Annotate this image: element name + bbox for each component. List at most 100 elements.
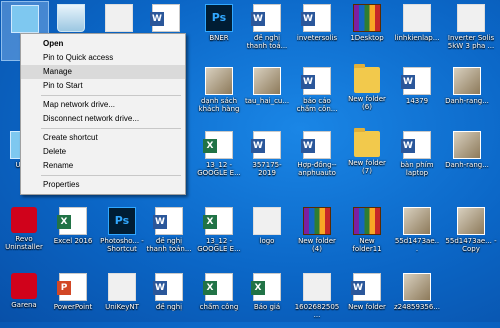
desktop-icon-label: z24859356... <box>394 303 440 311</box>
image-thumbnail-icon <box>253 67 281 95</box>
desktop-icon-tau-hai[interactable]: tau_hai_cu... <box>244 64 290 122</box>
menu-item-map-network-drive[interactable]: Map network drive... <box>21 98 185 112</box>
computer-icon <box>11 5 39 33</box>
word-doc-icon <box>153 207 183 235</box>
desktop-icon-new-folder-4[interactable]: New folder (4) <box>294 204 340 262</box>
menu-item-delete[interactable]: Delete <box>21 145 185 159</box>
desktop-icon-label: đề nghị thanh toán... <box>146 237 192 253</box>
desktop-icon-label: 1602682505... <box>294 303 340 319</box>
menu-separator <box>41 175 181 176</box>
excel-file-icon <box>203 131 233 159</box>
desktop-icon-1602682505[interactable]: 1602682505... <box>294 270 340 328</box>
menu-item-pin-to-quick-access[interactable]: Pin to Quick access <box>21 51 185 65</box>
desktop-icon-label: logo <box>259 237 275 245</box>
winrar-archive-icon <box>353 4 381 32</box>
desktop-icon-label: Photosho... - Shortcut <box>100 237 144 253</box>
desktop-icon-label: Revo Uninstaller <box>5 235 43 251</box>
desktop-icon-357175[interactable]: 357175-2019 <box>244 128 290 186</box>
excel-file-icon <box>251 273 281 301</box>
desktop-icon-danh-rang-2[interactable]: Danh-rang... <box>444 128 490 186</box>
desktop-icon-bner[interactable]: Ps BNER <box>196 1 242 59</box>
desktop-icon-label: Báo giá <box>253 303 281 311</box>
desktop-icon-label: đề nghị <box>155 303 183 311</box>
desktop-icon-z24859356[interactable]: z24859356... <box>394 270 440 328</box>
excel-file-icon <box>203 273 233 301</box>
desktop-icon-de-nghi-2[interactable]: đề nghị thanh toán... <box>146 204 192 262</box>
desktop-icon-label: UniKeyNT <box>105 303 139 311</box>
desktop-icon-label: 357175-2019 <box>252 161 282 177</box>
desktop-icon-label: Excel 2016 <box>53 237 93 245</box>
menu-separator <box>41 128 181 129</box>
image-thumbnail-icon <box>457 207 485 235</box>
menu-item-manage[interactable]: Manage <box>21 65 185 79</box>
desktop-icon-new-folder11[interactable]: New folder11 <box>344 204 390 262</box>
file-icon <box>105 4 133 32</box>
image-thumbnail-icon <box>403 207 431 235</box>
desktop-icon-14379[interactable]: 14379 <box>394 64 440 122</box>
word-doc-icon <box>351 273 381 301</box>
desktop-icon-excel-2016[interactable]: Excel 2016 <box>50 204 96 262</box>
desktop-icon-label: dạnh sách khách hàng <box>198 97 240 113</box>
desktop-icon-new-folder-6[interactable]: New folder (6) <box>344 64 390 122</box>
desktop-icon-new-folder[interactable]: New folder <box>344 270 390 328</box>
desktop-icon-logo[interactable]: logo <box>244 204 290 262</box>
menu-item-properties[interactable]: Properties <box>21 178 185 192</box>
desktop-icon-label: 13_12 - GOOGLE E... <box>197 161 241 177</box>
desktop-icon-label: PowerPoint <box>53 303 93 311</box>
context-menu: Open Pin to Quick access Manage Pin to S… <box>20 33 186 195</box>
desktop-icon-label: đề nghị thanh toá... <box>246 34 288 50</box>
desktop-icon-photoshop-shortcut[interactable]: Ps Photosho... - Shortcut <box>99 204 145 262</box>
desktop-icon-label: Danh-rang... <box>445 161 489 169</box>
desktop-icon-google-excel-2[interactable]: 13_12 - GOOGLE E... <box>196 204 242 262</box>
desktop-icon-unikeynt[interactable]: UniKeyNT <box>99 270 145 328</box>
desktop-icon-label: 1Desktop <box>350 34 384 42</box>
excel-app-icon <box>57 207 87 235</box>
photoshop-app-icon: Ps <box>108 207 136 235</box>
desktop-icon-invetersolis[interactable]: invetersolis <box>294 1 340 59</box>
winrar-archive-icon <box>353 207 381 235</box>
menu-item-rename[interactable]: Rename <box>21 159 185 173</box>
desktop-icon-danh-rang-1[interactable]: Danh-rang... <box>444 64 490 122</box>
desktop-icon-powerpoint[interactable]: PowerPoint <box>50 270 96 328</box>
image-thumbnail-icon <box>453 67 481 95</box>
desktop-icon-linhkienlap[interactable]: linhkienlap... <box>394 1 440 59</box>
menu-item-create-shortcut[interactable]: Create shortcut <box>21 131 185 145</box>
desktop-icon-label: bàn phím laptop <box>400 161 434 177</box>
desktop-icon-ban-phim[interactable]: bàn phím laptop <box>394 128 440 186</box>
image-thumbnail-icon <box>453 131 481 159</box>
desktop-icon-bao-gia[interactable]: Báo giá <box>244 270 290 328</box>
image-thumbnail-icon <box>457 4 485 32</box>
desktop-icon-de-nghi-3[interactable]: đề nghị <box>146 270 192 328</box>
folder-icon <box>354 128 380 157</box>
desktop-icon-55d1473ae[interactable]: 55d1473ae... <box>394 204 440 262</box>
desktop-icon-garena[interactable]: Garena <box>1 270 47 328</box>
word-doc-icon <box>153 273 183 301</box>
word-doc-icon <box>401 131 431 159</box>
desktop-icon-55d1473ae-copy[interactable]: 55d1473ae... - Copy <box>444 204 498 262</box>
word-doc-icon <box>301 4 331 32</box>
word-doc-icon <box>251 131 281 159</box>
desktop-icon-label: tau_hai_cu... <box>244 97 290 105</box>
image-thumbnail-icon <box>403 4 431 32</box>
desktop-icon-label: chấm công <box>199 303 239 311</box>
menu-item-disconnect-network-drive[interactable]: Disconnect network drive... <box>21 112 185 126</box>
desktop-icon-cham-cong[interactable]: chấm công <box>196 270 242 328</box>
desktop-icon-label: 13_12 - GOOGLE E... <box>197 237 241 253</box>
garena-icon <box>11 273 37 299</box>
word-doc-icon <box>301 131 331 159</box>
desktop-icon-inverter-solis[interactable]: Inverter Solis 5kW 3 pha ... <box>444 1 498 59</box>
menu-item-open[interactable]: Open <box>21 37 185 51</box>
winrar-archive-icon <box>303 207 331 235</box>
desktop-icon-bao-cao[interactable]: báo cáo chấm côn... <box>294 64 340 122</box>
desktop-icon-new-folder-7[interactable]: New folder (7) <box>344 128 390 186</box>
desktop-icon-google-excel-1[interactable]: 13_12 - GOOGLE E... <box>196 128 242 186</box>
desktop-icon-revo-uninstaller[interactable]: Revo Uninstaller <box>1 204 47 262</box>
desktop-icon-hop-dong[interactable]: Hợp-đồng--anphuauto <box>294 128 340 186</box>
desktop-icon-label: linhkienlap... <box>394 34 440 42</box>
desktop-icon-label: 55d1473ae... <box>394 237 440 253</box>
desktop-icon-de-nghi[interactable]: đề nghị thanh toá... <box>244 1 290 59</box>
desktop-icon-danh-sach[interactable]: dạnh sách khách hàng <box>196 64 242 122</box>
desktop-icon-1desktop[interactable]: 1Desktop <box>344 1 390 59</box>
image-thumbnail-icon <box>253 207 281 235</box>
menu-item-pin-to-start[interactable]: Pin to Start <box>21 79 185 93</box>
